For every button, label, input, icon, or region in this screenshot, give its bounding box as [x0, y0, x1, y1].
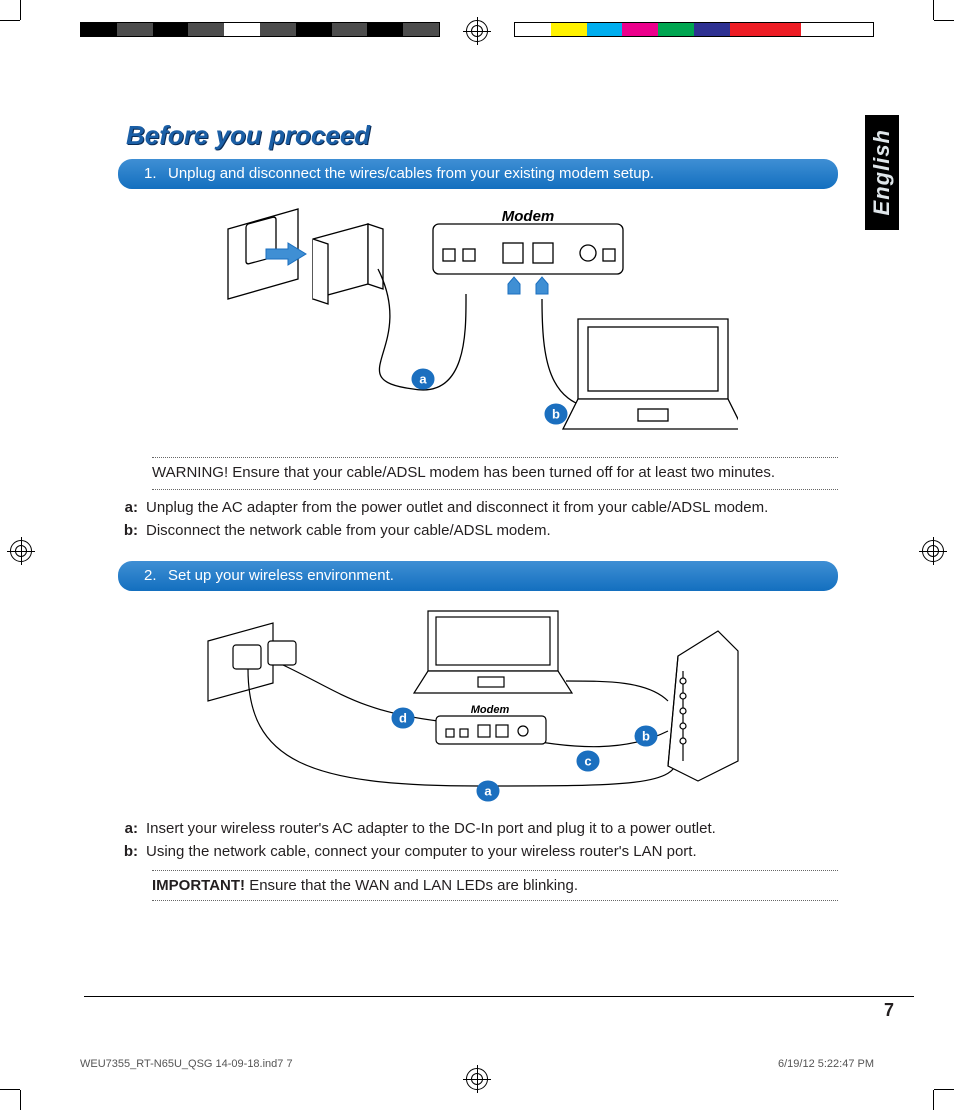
divider — [152, 457, 838, 458]
divider — [152, 489, 838, 490]
colorbar-right — [514, 22, 874, 37]
step1-diagram: Modem a b — [118, 199, 838, 449]
step2-number: 2. — [144, 567, 160, 585]
section-heading: Before you proceed — [126, 120, 838, 151]
step2-text: Set up your wireless environment. — [168, 567, 394, 585]
language-tab: English — [865, 115, 899, 230]
step2-pill: 2. Set up your wireless environment. — [118, 561, 838, 591]
modem-label-2: Modem — [471, 704, 510, 716]
registration-mark-right — [922, 540, 944, 562]
important-label: IMPORTANT! — [152, 877, 245, 894]
bubble-c: c — [584, 753, 591, 768]
colorbar-left — [80, 22, 440, 37]
step1-pill: 1. Unplug and disconnect the wires/cable… — [118, 159, 838, 189]
bubble-b: b — [642, 728, 650, 743]
registration-mark-left — [10, 540, 32, 562]
bubble-a: a — [419, 372, 427, 387]
modem-label: Modem — [502, 208, 555, 225]
page-number: 7 — [884, 1000, 894, 1021]
step1-sub-b-label: b: — [118, 521, 138, 541]
step2-sub-b-label: b: — [118, 842, 138, 862]
step1-sub-b-text: Disconnect the network cable from your c… — [146, 521, 838, 541]
step2-diagram: Modem d b c a — [118, 601, 838, 811]
step1-number: 1. — [144, 165, 160, 183]
step2-sub-a-text: Insert your wireless router's AC adapter… — [146, 819, 838, 839]
bubble-b: b — [552, 407, 560, 422]
step2-sub-b-text: Using the network cable, connect your co… — [146, 842, 838, 862]
divider — [152, 870, 838, 871]
page-number-rule — [84, 996, 914, 997]
bubble-d: d — [399, 710, 407, 725]
step2-sub-a-label: a: — [118, 819, 138, 839]
step1-sub-a-label: a: — [118, 498, 138, 518]
slug-right: 6/19/12 5:22:47 PM — [778, 1058, 874, 1070]
step1-sub-a-text: Unplug the AC adapter from the power out… — [146, 498, 838, 518]
bubble-a: a — [484, 783, 492, 798]
step1-text: Unplug and disconnect the wires/cables f… — [168, 165, 654, 183]
step1-warning: WARNING! Ensure that your cable/ADSL mod… — [152, 464, 838, 483]
important-text: Ensure that the WAN and LAN LEDs are bli… — [245, 877, 578, 894]
slug-left: WEU7355_RT-N65U_QSG 14-09-18.ind7 7 — [80, 1058, 293, 1070]
language-tab-label: English — [869, 129, 895, 215]
divider — [152, 900, 838, 901]
step2-important: IMPORTANT! Ensure that the WAN and LAN L… — [152, 877, 838, 894]
slug-line: WEU7355_RT-N65U_QSG 14-09-18.ind7 7 6/19… — [80, 1058, 874, 1070]
registration-mark-top — [466, 20, 488, 42]
